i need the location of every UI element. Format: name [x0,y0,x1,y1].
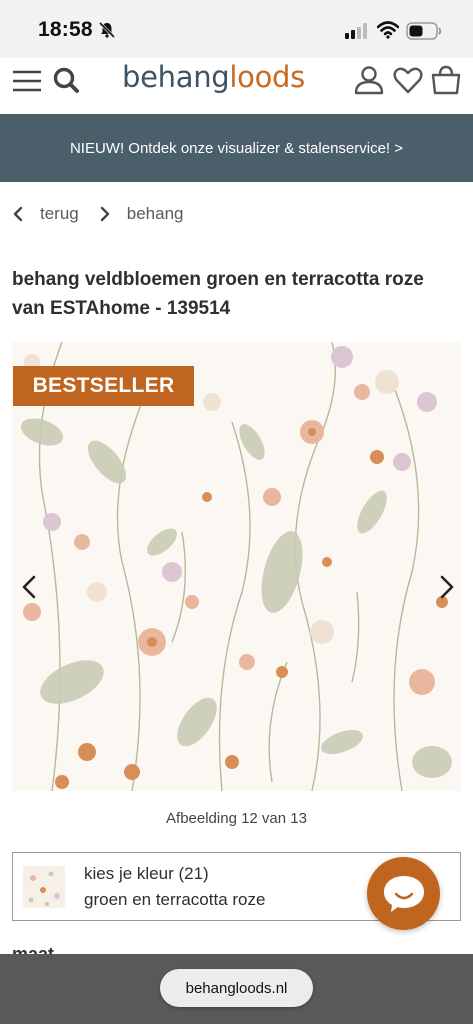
color-selector-value: groen en terracotta roze [84,890,266,909]
chat-icon [384,876,424,912]
battery-icon [406,22,442,40]
color-swatch [23,866,65,908]
logo-part-loods: loods [229,60,305,94]
chevron-right-icon [100,206,109,222]
url-bar[interactable]: behangloods.nl [160,969,313,1007]
breadcrumb-back-link[interactable]: terug [40,204,79,224]
breadcrumb-category-link[interactable]: behang [127,204,184,224]
status-bar: 18:58 [0,0,473,58]
wifi-icon [377,21,399,39]
url-text[interactable]: behangloods.nl [186,980,288,997]
chevron-left-icon[interactable] [20,574,38,600]
account-icon[interactable] [354,65,384,95]
breadcrumb: terug behang [12,202,203,226]
chevron-right-icon[interactable] [438,574,456,600]
site-logo[interactable]: behangloods [122,60,305,94]
signal-icon [345,23,367,39]
floral-wallpaper-pattern [12,342,461,791]
heart-icon[interactable] [393,66,423,94]
promo-banner[interactable]: NIEUW! Ontdek onze visualizer & stalense… [0,114,473,182]
product-title: behang veldbloemen groen en terracotta r… [12,269,424,319]
chevron-left-icon[interactable] [12,206,24,222]
product-image[interactable]: BESTSELLER [12,342,461,791]
color-selector-label: kies je kleur (21) [84,864,209,883]
browser-toolbar: behangloods.nl [0,954,473,1024]
site-header: behangloods [0,58,473,114]
status-time: 18:58 [38,18,93,41]
promo-banner-text[interactable]: NIEUW! Ontdek onze visualizer & stalense… [70,140,403,157]
search-icon[interactable] [52,66,80,94]
image-counter: Afbeelding 12 van 13 [166,810,307,827]
shopping-bag-icon[interactable] [430,65,462,95]
swatch-pattern [23,866,65,908]
chat-button[interactable] [367,857,440,930]
bestseller-badge: BESTSELLER [13,366,194,406]
bell-muted-icon [98,21,116,39]
menu-icon[interactable] [12,68,42,94]
logo-part-behang: behang [122,60,230,94]
